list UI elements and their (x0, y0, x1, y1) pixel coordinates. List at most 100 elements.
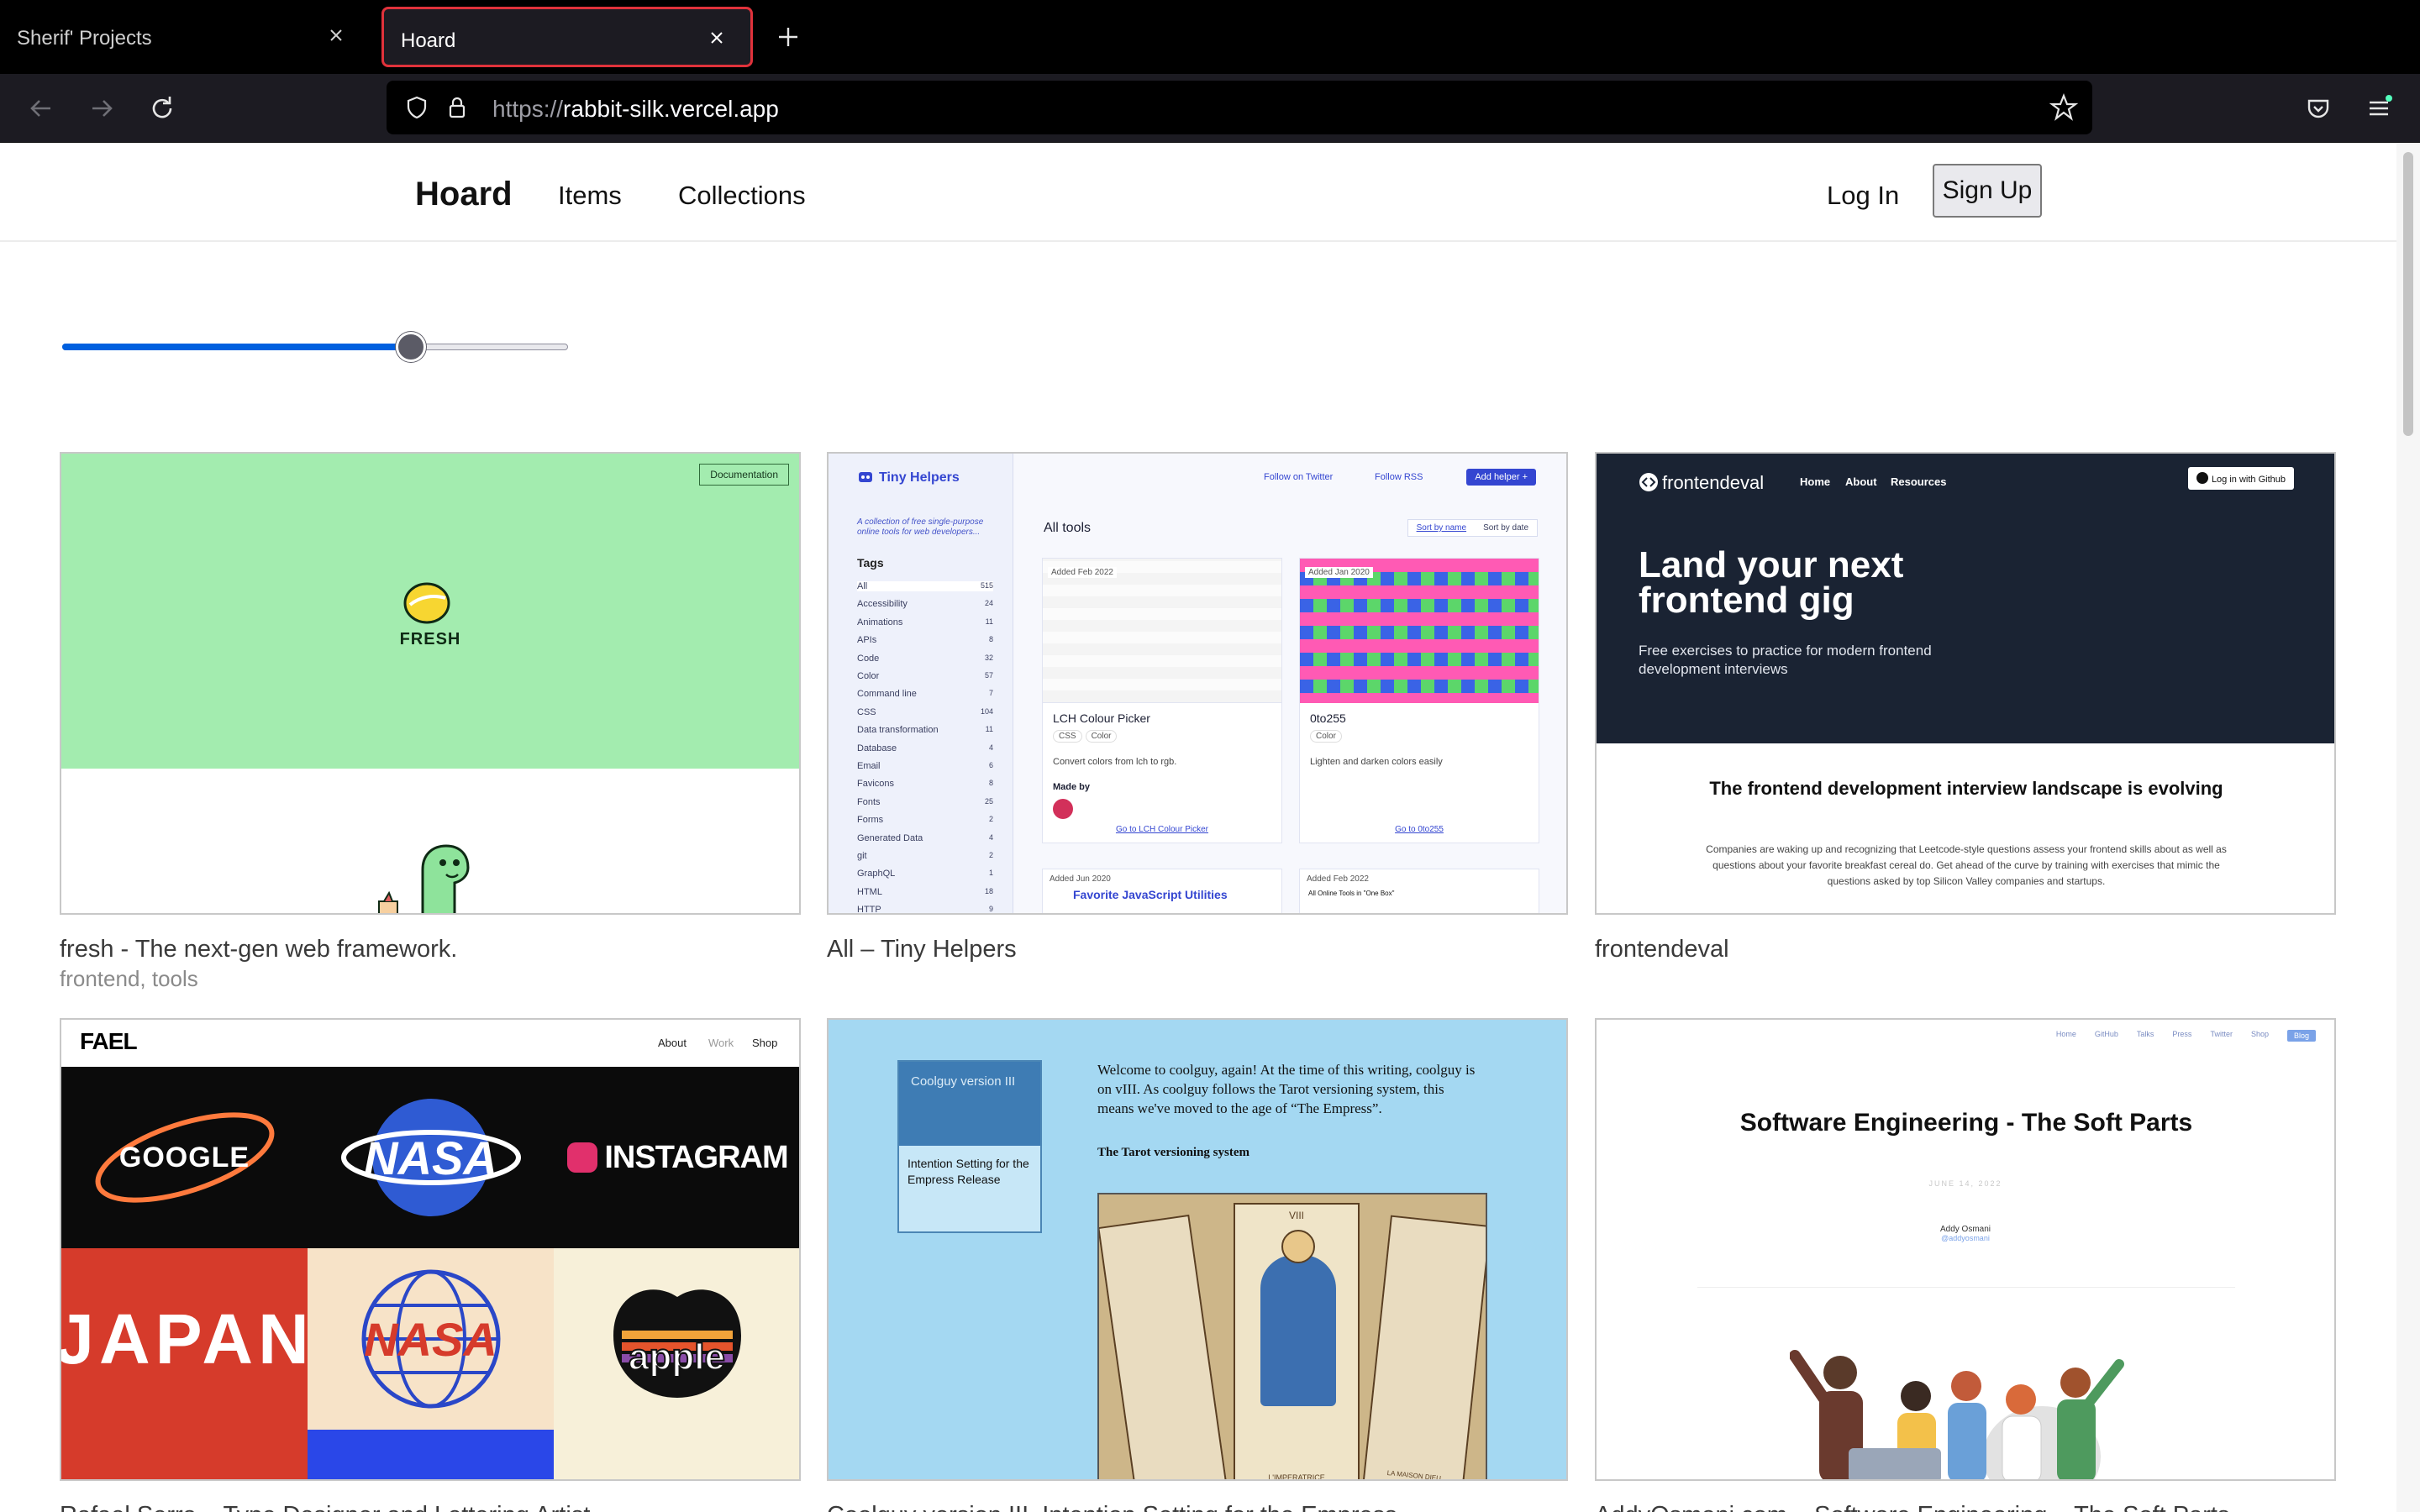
tab-title: Sherif' Projects (17, 27, 152, 50)
tile-nasa: NASA (308, 1067, 554, 1248)
nav-collections-link[interactable]: Collections (678, 181, 806, 211)
tool-card-partial: Added Feb 2022 All Online Tools in "One … (1299, 869, 1539, 913)
tarot-card-label: VIII (1288, 1210, 1304, 1221)
back-arrow-icon[interactable] (22, 89, 60, 128)
documentation-button: Documentation (699, 464, 789, 486)
tags-heading: Tags (857, 556, 884, 570)
add-helper-button: Add helper + (1466, 469, 1536, 486)
lock-icon[interactable] (442, 92, 472, 123)
tool-goto-link: Go to LCH Colour Picker (1115, 825, 1209, 834)
tag-count: 32 (984, 653, 993, 662)
tool-description: Convert colors from lch to rgb. (1053, 757, 1177, 767)
tool-chips: CSS Color (1053, 730, 1120, 743)
tile-label: JAPAN (61, 1299, 308, 1378)
tile-google: GOOGLE (61, 1067, 308, 1248)
card-thumbnail[interactable]: frontendeval Home About Resources Log in… (1595, 452, 2336, 915)
tag-item: Database 4 (857, 743, 993, 753)
tile-japan: JAPAN (61, 1248, 308, 1430)
coolguy-version-box: Coolguy version III Intention Setting fo… (897, 1060, 1042, 1233)
tiny-helpers-sidebar: Tiny Helpers A collection of free single… (829, 454, 1013, 913)
tool-chips: Color (1310, 730, 1345, 743)
tag-count: 104 (980, 706, 993, 716)
close-tab-icon[interactable] (321, 20, 351, 50)
tag-count: 1 (988, 869, 993, 878)
tag-item: Generated Data 4 (857, 833, 993, 843)
tile-instagram: INSTAGRAM (554, 1067, 799, 1248)
tag-count: 11 (985, 617, 993, 626)
tarot-card-label: L'IMPERATRICE (1268, 1473, 1325, 1481)
tag-item: HTTP 9 (857, 905, 993, 913)
tab-hoard[interactable]: Hoard (381, 7, 753, 67)
addy-nav-twitter: Twitter (2210, 1030, 2233, 1038)
tiny-helpers-logo: Tiny Helpers (857, 469, 960, 486)
addy-nav-shop: Shop (2250, 1030, 2269, 1038)
card-title[interactable]: Coolguy version III, Intention Setting f… (827, 1502, 1397, 1512)
lemon-logo-icon (403, 582, 450, 624)
site-header: Hoard Items Collections Log In Sign Up (0, 144, 2396, 242)
tag-item: APIs 8 (857, 635, 993, 645)
card-thumbnail[interactable]: Coolguy version III Intention Setting fo… (827, 1018, 1568, 1481)
close-tab-icon[interactable] (702, 23, 732, 53)
page-scrollbar[interactable] (2396, 144, 2420, 1512)
signup-button[interactable]: Sign Up (1933, 164, 2042, 218)
empress-figure (1260, 1255, 1336, 1406)
card-thumbnail[interactable]: Documentation FRESH (60, 452, 801, 915)
fe-nav-resources: Resources (1891, 475, 1947, 488)
forward-arrow-icon[interactable] (82, 89, 121, 128)
reload-icon[interactable] (143, 89, 182, 128)
all-tools-heading: All tools (1044, 521, 1092, 535)
tag-count: 24 (984, 599, 993, 608)
tag-item: Code 32 (857, 654, 993, 664)
follow-twitter-link: Follow on Twitter (1264, 472, 1334, 482)
tool-name: Favorite JavaScript Utilities (1073, 888, 1228, 901)
tag-name: Data transformation (857, 725, 939, 736)
app-menu-icon[interactable] (2360, 89, 2398, 128)
card-title[interactable]: All – Tiny Helpers (827, 936, 1017, 963)
follow-rss-link: Follow RSS (1375, 472, 1423, 482)
card-title[interactable]: frontendeval (1595, 936, 1729, 963)
scrollbar-thumb[interactable] (2403, 152, 2413, 436)
tag-item: Forms 2 (857, 815, 993, 825)
card-thumbnail[interactable]: FAEL About Work Shop GOOGLE NASA INSTAGR… (60, 1018, 801, 1481)
nav-items-link[interactable]: Items (558, 181, 622, 211)
coolguy-intro: Welcome to coolguy, again! At the time o… (1097, 1062, 1476, 1116)
tarot-card: VIII L'IMPERATRICE (1234, 1203, 1360, 1481)
fael-logo: FAEL (80, 1028, 138, 1054)
card-thumbnail[interactable]: Home GitHub Talks Press Twitter Shop Blo… (1595, 1018, 2336, 1481)
pocket-icon[interactable] (2299, 89, 2338, 128)
slider-thumb[interactable] (396, 332, 427, 362)
addy-author: Addy Osmani @addyosmani (1597, 1225, 2334, 1243)
tool-screenshot: Added Jan 2020 (1300, 559, 1539, 703)
fe-nav-about: About (1845, 475, 1877, 488)
tag-item: Animations 11 (857, 617, 993, 627)
tag-count: 7 (988, 689, 993, 698)
card-title[interactable]: fresh - The next-gen web framework. (60, 936, 457, 963)
card-thumbnail[interactable]: Tiny Helpers A collection of free single… (827, 452, 1568, 915)
tool-card-partial: Added Jun 2020 Favorite JavaScript Utili… (1042, 869, 1282, 913)
tool-description: Lighten and darken colors easily (1310, 757, 1443, 767)
tag-name: Fonts (857, 796, 881, 807)
code-brackets-icon (1639, 473, 1658, 491)
tile-label: apple (628, 1336, 726, 1378)
thumbnail-size-slider[interactable] (62, 330, 568, 364)
address-bar[interactable]: https://rabbit-silk.vercel.app (387, 81, 2092, 134)
tag-item: Fonts 25 (857, 797, 993, 807)
bookmark-star-icon[interactable] (2049, 92, 2079, 123)
site-logo[interactable]: Hoard (415, 176, 513, 213)
addy-nav-home: Home (2055, 1030, 2076, 1038)
tab-sherif-projects[interactable]: Sherif' Projects (0, 7, 370, 67)
tag-name: Forms (857, 815, 884, 826)
login-link[interactable]: Log In (1827, 181, 1899, 211)
tool-added-date: Added Feb 2022 (1048, 567, 1117, 578)
tag-name: Accessibility (857, 599, 908, 610)
github-login-label: Log in with Github (2211, 475, 2286, 485)
card-title[interactable]: AddyOsmani.com – Software Engineering – … (1595, 1502, 2229, 1512)
tool-card: Added Jan 2020 0to255 Color Lighten and … (1299, 558, 1539, 843)
addy-author-name: Addy Osmani (1939, 1225, 1991, 1234)
card-title[interactable]: Rafael Serra – Type Designer and Letteri… (60, 1502, 590, 1512)
chip: Color (1310, 730, 1342, 743)
tile-label: NASA (364, 1131, 497, 1184)
tag-count: 4 (988, 743, 993, 752)
new-tab-plus-icon[interactable] (771, 20, 805, 54)
shield-icon[interactable] (402, 92, 432, 123)
